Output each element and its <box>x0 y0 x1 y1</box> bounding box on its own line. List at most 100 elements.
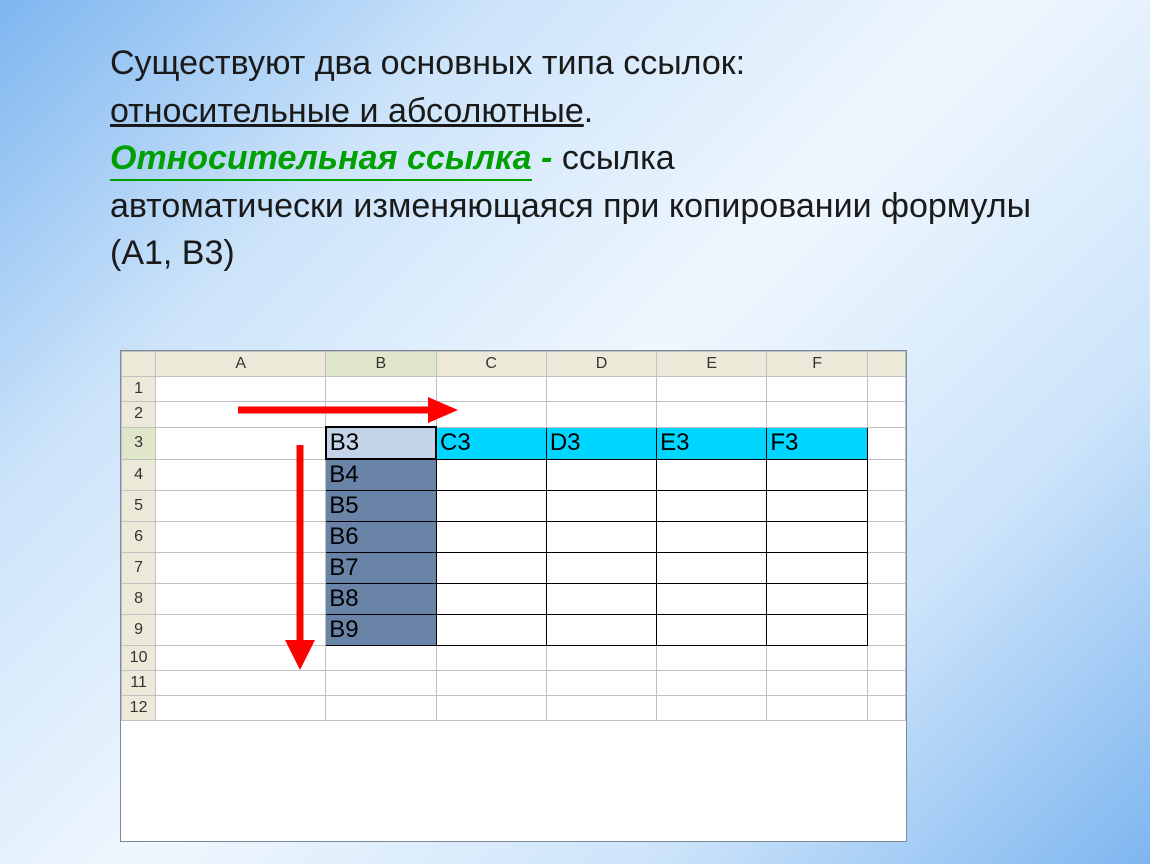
cell-G1[interactable] <box>868 377 906 402</box>
cell-D1[interactable] <box>546 377 656 402</box>
cell-C1[interactable] <box>436 377 546 402</box>
cell-A4[interactable] <box>156 459 326 491</box>
cell-D4[interactable] <box>546 459 656 491</box>
cell-F11[interactable] <box>767 671 868 696</box>
cell-C10[interactable] <box>436 646 546 671</box>
cell-E7[interactable] <box>657 553 767 584</box>
rowhead-6[interactable]: 6 <box>122 522 156 553</box>
cell-C7[interactable] <box>436 553 546 584</box>
cell-A3[interactable] <box>156 427 326 459</box>
colhead-F[interactable]: F <box>767 352 868 377</box>
rowhead-1[interactable]: 1 <box>122 377 156 402</box>
cell-B9[interactable]: B9 <box>326 615 436 646</box>
cell-B10[interactable] <box>326 646 436 671</box>
cell-C12[interactable] <box>436 696 546 721</box>
colhead-extra[interactable] <box>868 352 906 377</box>
cell-D2[interactable] <box>546 402 656 428</box>
cell-F7[interactable] <box>767 553 868 584</box>
cell-E12[interactable] <box>657 696 767 721</box>
cell-B11[interactable] <box>326 671 436 696</box>
cell-B5[interactable]: B5 <box>326 491 436 522</box>
cell-C3[interactable]: C3 <box>436 427 546 459</box>
cell-C2[interactable] <box>436 402 546 428</box>
cell-C6[interactable] <box>436 522 546 553</box>
cell-E9[interactable] <box>657 615 767 646</box>
cell-G10[interactable] <box>868 646 906 671</box>
cell-D10[interactable] <box>546 646 656 671</box>
cell-F4[interactable] <box>767 459 868 491</box>
cell-F6[interactable] <box>767 522 868 553</box>
rowhead-2[interactable]: 2 <box>122 402 156 428</box>
cell-C4[interactable] <box>436 459 546 491</box>
cell-G3[interactable] <box>868 427 906 459</box>
cell-F12[interactable] <box>767 696 868 721</box>
colhead-B[interactable]: B <box>326 352 436 377</box>
cell-F9[interactable] <box>767 615 868 646</box>
colhead-C[interactable]: C <box>436 352 546 377</box>
cell-B1[interactable] <box>326 377 436 402</box>
rowhead-8[interactable]: 8 <box>122 584 156 615</box>
cell-E2[interactable] <box>657 402 767 428</box>
cell-F1[interactable] <box>767 377 868 402</box>
cell-D8[interactable] <box>546 584 656 615</box>
cell-A5[interactable] <box>156 491 326 522</box>
cell-D11[interactable] <box>546 671 656 696</box>
cell-C11[interactable] <box>436 671 546 696</box>
cell-E11[interactable] <box>657 671 767 696</box>
cell-A2[interactable] <box>156 402 326 428</box>
cell-D9[interactable] <box>546 615 656 646</box>
rowhead-10[interactable]: 10 <box>122 646 156 671</box>
cell-E3[interactable]: E3 <box>657 427 767 459</box>
cell-F8[interactable] <box>767 584 868 615</box>
cell-C9[interactable] <box>436 615 546 646</box>
cell-B7[interactable]: B7 <box>326 553 436 584</box>
cell-B2[interactable] <box>326 402 436 428</box>
colhead-A[interactable]: A <box>156 352 326 377</box>
cell-A10[interactable] <box>156 646 326 671</box>
cell-G6[interactable] <box>868 522 906 553</box>
cell-G4[interactable] <box>868 459 906 491</box>
cell-G12[interactable] <box>868 696 906 721</box>
cell-D3[interactable]: D3 <box>546 427 656 459</box>
corner-cell[interactable] <box>122 352 156 377</box>
colhead-E[interactable]: E <box>657 352 767 377</box>
cell-G11[interactable] <box>868 671 906 696</box>
cell-G7[interactable] <box>868 553 906 584</box>
cell-A1[interactable] <box>156 377 326 402</box>
rowhead-7[interactable]: 7 <box>122 553 156 584</box>
cell-E5[interactable] <box>657 491 767 522</box>
cell-G8[interactable] <box>868 584 906 615</box>
rowhead-11[interactable]: 11 <box>122 671 156 696</box>
cell-F10[interactable] <box>767 646 868 671</box>
cell-E6[interactable] <box>657 522 767 553</box>
cell-C8[interactable] <box>436 584 546 615</box>
cell-B12[interactable] <box>326 696 436 721</box>
cell-G5[interactable] <box>868 491 906 522</box>
cell-G9[interactable] <box>868 615 906 646</box>
rowhead-4[interactable]: 4 <box>122 459 156 491</box>
cell-A11[interactable] <box>156 671 326 696</box>
cell-B4[interactable]: B4 <box>326 459 436 491</box>
cell-A9[interactable] <box>156 615 326 646</box>
cell-B8[interactable]: B8 <box>326 584 436 615</box>
cell-D7[interactable] <box>546 553 656 584</box>
cell-D5[interactable] <box>546 491 656 522</box>
rowhead-12[interactable]: 12 <box>122 696 156 721</box>
cell-E8[interactable] <box>657 584 767 615</box>
cell-E1[interactable] <box>657 377 767 402</box>
cell-D12[interactable] <box>546 696 656 721</box>
rowhead-5[interactable]: 5 <box>122 491 156 522</box>
cell-A8[interactable] <box>156 584 326 615</box>
rowhead-9[interactable]: 9 <box>122 615 156 646</box>
cell-F3[interactable]: F3 <box>767 427 868 459</box>
cell-A6[interactable] <box>156 522 326 553</box>
cell-E10[interactable] <box>657 646 767 671</box>
cell-A7[interactable] <box>156 553 326 584</box>
cell-F2[interactable] <box>767 402 868 428</box>
rowhead-3[interactable]: 3 <box>122 427 156 459</box>
cell-B6[interactable]: B6 <box>326 522 436 553</box>
cell-D6[interactable] <box>546 522 656 553</box>
cell-G2[interactable] <box>868 402 906 428</box>
cell-A12[interactable] <box>156 696 326 721</box>
colhead-D[interactable]: D <box>546 352 656 377</box>
